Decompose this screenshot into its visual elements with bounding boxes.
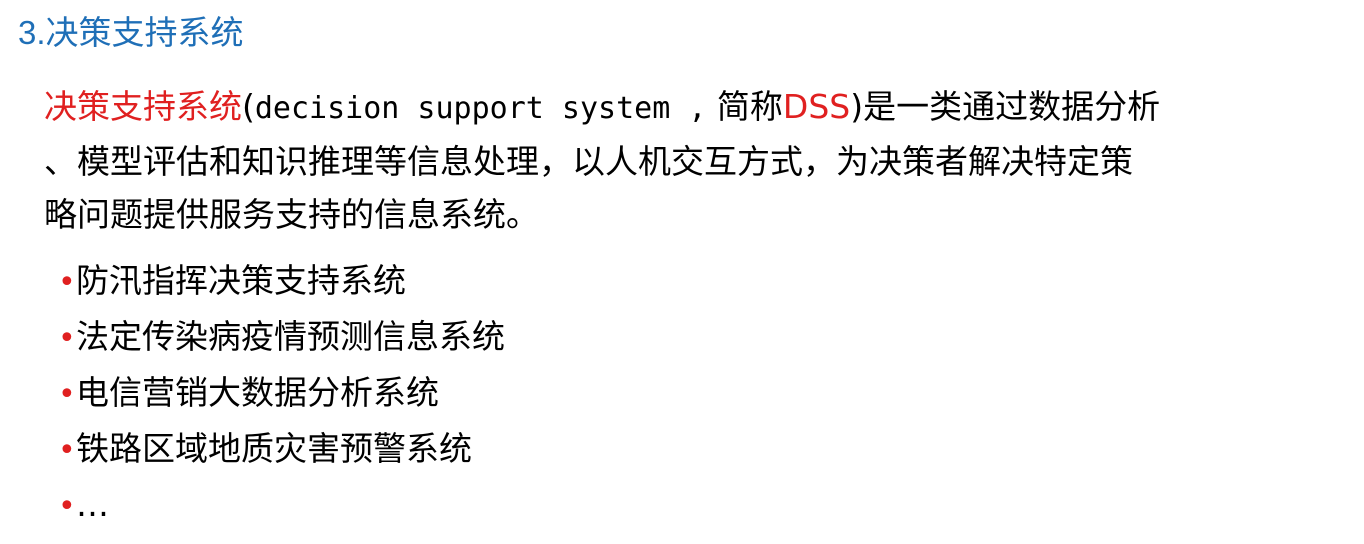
definition-term: 决策支持系统 <box>44 87 242 126</box>
list-item-text: … <box>76 485 109 524</box>
list-item: •法定传染病疫情预测信息系统 <box>58 310 505 366</box>
example-list: •防汛指挥决策支持系统 •法定传染病疫情预测信息系统 •电信营销大数据分析系统 … <box>58 254 505 534</box>
list-item: •… <box>58 478 505 534</box>
slide: 3.决策支持系统 决策支持系统(decision support system … <box>0 0 1364 544</box>
bullet-icon: • <box>58 321 76 356</box>
bullet-icon: • <box>58 433 76 468</box>
abbreviation: DSS <box>782 87 851 126</box>
definition-line-1-rest: )是一类通过数据分析 <box>850 87 1161 126</box>
bullet-icon: • <box>58 489 76 524</box>
list-item-text: 防汛指挥决策支持系统 <box>76 261 406 300</box>
list-item-text: 铁路区域地质灾害预警系统 <box>76 429 472 468</box>
list-item-text: 电信营销大数据分析系统 <box>76 373 439 412</box>
definition-line-1: 决策支持系统(decision support system , 简称DSS)是… <box>44 80 1354 135</box>
english-term: decision support system , <box>254 91 707 126</box>
list-item: •防汛指挥决策支持系统 <box>58 254 505 310</box>
abbr-prefix: 简称 <box>706 87 783 126</box>
definition-paragraph: 决策支持系统(decision support system , 简称DSS)是… <box>44 80 1354 241</box>
definition-line-3: 略问题提供服务支持的信息系统。 <box>44 195 539 234</box>
bullet-icon: • <box>58 377 76 412</box>
definition-line-2: 、模型评估和知识推理等信息处理，以人机交互方式，为决策者解决特定策 <box>44 142 1133 181</box>
section-heading: 3.决策支持系统 <box>18 10 244 56</box>
list-item: •电信营销大数据分析系统 <box>58 366 505 422</box>
section-number: 3. <box>18 14 46 51</box>
list-item-text: 法定传染病疫情预测信息系统 <box>76 317 505 356</box>
list-item: •铁路区域地质灾害预警系统 <box>58 422 505 478</box>
bullet-icon: • <box>58 265 76 300</box>
paren-open: ( <box>242 87 255 126</box>
section-title: 决策支持系统 <box>45 13 244 52</box>
